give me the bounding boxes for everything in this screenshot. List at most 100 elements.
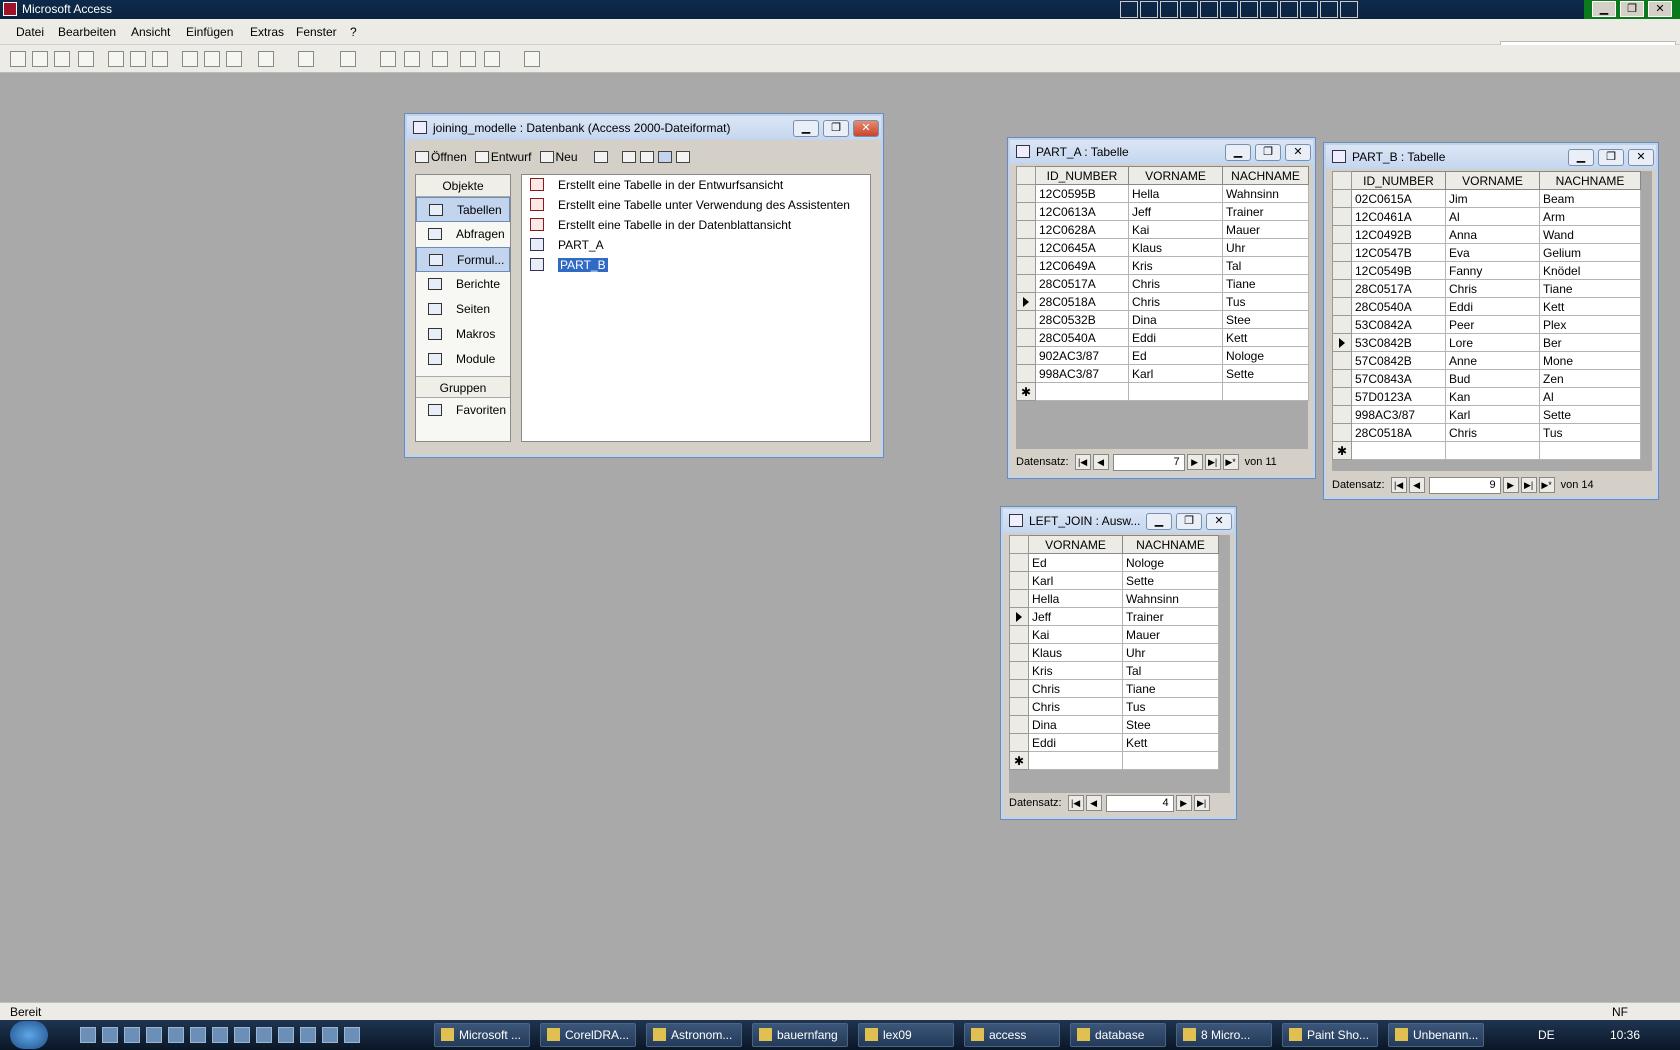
menu-fenster[interactable]: Fenster bbox=[296, 25, 337, 39]
copy-icon[interactable] bbox=[204, 51, 220, 67]
menu-bearbeiten[interactable]: Bearbeiten bbox=[58, 25, 116, 39]
table-row[interactable]: Kai Mauer bbox=[1009, 625, 1219, 644]
table-cell[interactable]: Sette bbox=[1122, 571, 1219, 590]
table-row[interactable]: Klaus Uhr bbox=[1009, 643, 1219, 662]
folder-icon[interactable] bbox=[1320, 1, 1338, 18]
new-button[interactable]: Neu bbox=[556, 150, 578, 164]
table-cell[interactable]: Bud bbox=[1445, 369, 1540, 388]
app-shortcut-icon[interactable] bbox=[1280, 1, 1298, 18]
table-cell[interactable]: Eddi bbox=[1128, 328, 1223, 347]
table-cell[interactable]: Nologe bbox=[1122, 553, 1219, 572]
minimize-button[interactable]: ▁ bbox=[1568, 149, 1594, 166]
table-cell[interactable]: 57C0843A bbox=[1351, 369, 1446, 388]
row-selector[interactable] bbox=[1332, 369, 1352, 388]
table-row[interactable]: 902AC3/87 Ed Nologe bbox=[1016, 346, 1309, 365]
script-icon[interactable] bbox=[404, 51, 420, 67]
taskbar-button[interactable]: bauernfang bbox=[752, 1023, 848, 1047]
print-icon[interactable] bbox=[108, 51, 124, 67]
menu-einfuegen[interactable]: Einfügen bbox=[186, 25, 233, 39]
row-selector[interactable] bbox=[1009, 643, 1029, 662]
save-icon[interactable] bbox=[54, 51, 70, 67]
taskbar-button[interactable]: Astronom... bbox=[646, 1023, 742, 1047]
table-cell[interactable]: Tus bbox=[1539, 423, 1641, 442]
menu-extras[interactable]: Extras bbox=[250, 25, 284, 39]
minimize-button[interactable]: ▁ bbox=[793, 120, 819, 137]
table-cell[interactable]: Mauer bbox=[1222, 220, 1309, 239]
table-cell[interactable]: Wahnsinn bbox=[1222, 184, 1309, 203]
menu-datei[interactable]: Datei bbox=[16, 25, 44, 39]
object-modules[interactable]: Module bbox=[416, 347, 510, 372]
table-cell[interactable]: Beam bbox=[1539, 189, 1641, 208]
object-reports[interactable]: Berichte bbox=[416, 272, 510, 297]
relationships-icon[interactable] bbox=[460, 51, 476, 67]
table-cell[interactable]: 28C0517A bbox=[1351, 279, 1446, 298]
row-selector[interactable] bbox=[1009, 625, 1029, 644]
record-number-field[interactable]: 9 bbox=[1428, 476, 1501, 494]
row-selector-header[interactable] bbox=[1332, 171, 1352, 190]
table-row[interactable]: 28C0517A Chris Tiane bbox=[1332, 279, 1641, 298]
table-cell[interactable]: Mone bbox=[1539, 351, 1641, 370]
table-row[interactable]: 12C0628A Kai Mauer bbox=[1016, 220, 1309, 239]
row-selector[interactable] bbox=[1016, 256, 1036, 275]
table-cell[interactable]: Jim bbox=[1445, 189, 1540, 208]
app-icon[interactable] bbox=[278, 1027, 294, 1043]
row-selector[interactable] bbox=[1016, 184, 1036, 203]
table-row[interactable]: 28C0540A Eddi Kett bbox=[1332, 297, 1641, 316]
table-cell[interactable]: Chris bbox=[1028, 697, 1123, 716]
row-selector[interactable] bbox=[1009, 589, 1029, 608]
record-number-field[interactable]: 4 bbox=[1105, 794, 1174, 812]
table-cell[interactable]: Dina bbox=[1128, 310, 1223, 329]
table-cell[interactable]: 57C0842B bbox=[1351, 351, 1446, 370]
table-row[interactable]: 28C0518A Chris Tus bbox=[1016, 292, 1309, 311]
table-row[interactable]: Karl Sette bbox=[1009, 571, 1219, 590]
table-cell[interactable]: 28C0532B bbox=[1035, 310, 1129, 329]
row-selector[interactable] bbox=[1009, 607, 1029, 626]
column-header[interactable]: NACHNAME bbox=[1122, 535, 1219, 554]
print-preview-icon[interactable] bbox=[130, 51, 146, 67]
undo-icon[interactable] bbox=[258, 51, 274, 67]
calculator-icon[interactable] bbox=[212, 1027, 228, 1043]
outlook-icon[interactable] bbox=[1260, 1, 1278, 18]
app-icon[interactable] bbox=[168, 1027, 184, 1043]
taskbar-button[interactable]: Microsoft ... bbox=[434, 1023, 530, 1047]
table-cell[interactable]: Lore bbox=[1445, 333, 1540, 352]
table-cell[interactable]: 28C0518A bbox=[1035, 292, 1129, 311]
menu-ansicht[interactable]: Ansicht bbox=[131, 25, 170, 39]
table-cell[interactable]: Chris bbox=[1128, 292, 1223, 311]
column-header[interactable]: ID_NUMBER bbox=[1035, 166, 1129, 185]
table-cell[interactable]: Jeff bbox=[1028, 607, 1123, 626]
list-item[interactable]: Erstellt eine Tabelle in der Entwurfsans… bbox=[522, 175, 870, 195]
clock[interactable]: 10:36 bbox=[1610, 1028, 1640, 1042]
table-cell[interactable]: 28C0540A bbox=[1035, 328, 1129, 347]
table-cell[interactable]: Sette bbox=[1539, 405, 1641, 424]
object-macros[interactable]: Makros bbox=[416, 322, 510, 347]
table-cell[interactable]: 28C0518A bbox=[1351, 423, 1446, 442]
app-icon[interactable] bbox=[146, 1027, 162, 1043]
row-selector[interactable] bbox=[1009, 571, 1029, 590]
table-row[interactable]: 57C0843A Bud Zen bbox=[1332, 369, 1641, 388]
column-header[interactable]: VORNAME bbox=[1128, 166, 1223, 185]
table-cell[interactable]: Tiane bbox=[1122, 679, 1219, 698]
table-cell[interactable]: 998AC3/87 bbox=[1351, 405, 1446, 424]
table-row[interactable]: 12C0461A Al Arm bbox=[1332, 207, 1641, 226]
table-row[interactable]: 12C0595B Hella Wahnsinn bbox=[1016, 184, 1309, 203]
table-cell[interactable]: 02C0615A bbox=[1351, 189, 1446, 208]
table-cell[interactable]: Chris bbox=[1128, 274, 1223, 293]
row-selector[interactable] bbox=[1332, 243, 1352, 262]
table-cell[interactable]: 12C0492B bbox=[1351, 225, 1446, 244]
desktop-icon[interactable] bbox=[102, 1027, 118, 1043]
table-cell[interactable]: 12C0461A bbox=[1351, 207, 1446, 226]
app-icon[interactable] bbox=[256, 1027, 272, 1043]
table-cell[interactable]: Ber bbox=[1539, 333, 1641, 352]
row-selector[interactable] bbox=[1332, 261, 1352, 280]
column-header[interactable]: VORNAME bbox=[1028, 535, 1123, 554]
search-file-icon[interactable] bbox=[78, 51, 94, 67]
analyze-icon[interactable] bbox=[340, 51, 356, 67]
new-record-row[interactable]: ✱ bbox=[1009, 751, 1219, 770]
small-icons-icon[interactable] bbox=[639, 151, 654, 163]
table-cell[interactable]: Peer bbox=[1445, 315, 1540, 334]
group-favorites[interactable]: Favoriten bbox=[416, 398, 510, 423]
app-shortcut-icon[interactable] bbox=[1140, 1, 1158, 18]
row-selector[interactable] bbox=[1016, 220, 1036, 239]
row-selector-header[interactable] bbox=[1009, 535, 1029, 554]
